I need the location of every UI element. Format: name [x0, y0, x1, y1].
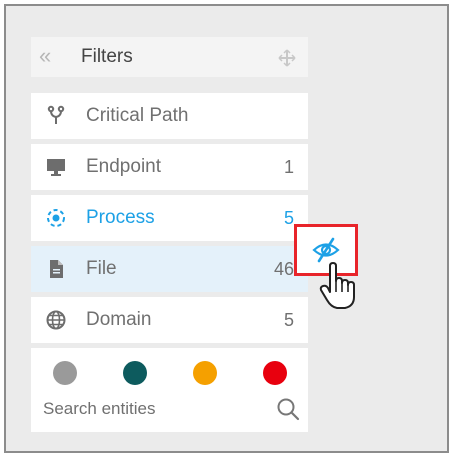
filter-label: File [86, 258, 117, 279]
filters-header: « Filters [31, 37, 308, 77]
double-chevron-left-icon[interactable]: « [39, 45, 51, 67]
filters-title: Filters [81, 46, 133, 67]
eye-slash-icon [312, 237, 340, 263]
filter-count: 1 [283, 157, 294, 177]
filter-label: Process [86, 207, 155, 228]
color-swatch-red[interactable] [263, 361, 287, 385]
color-swatch-orange[interactable] [193, 361, 217, 385]
filter-count: 5 [283, 208, 294, 228]
filter-row-file[interactable]: File 46 [31, 246, 308, 292]
filter-label: Endpoint [86, 156, 162, 177]
search-box [31, 386, 308, 432]
move-icon[interactable] [278, 49, 296, 67]
filter-row-endpoint[interactable]: Endpoint 1 [31, 144, 308, 190]
search-input[interactable] [31, 386, 275, 432]
filter-count: 46 [273, 259, 294, 279]
filter-label: Domain [86, 309, 152, 330]
monitor-icon [47, 159, 65, 176]
process-icon [47, 209, 65, 227]
filter-row-process[interactable]: Process 5 [31, 195, 308, 241]
color-swatch-teal[interactable] [123, 361, 147, 385]
search-icon[interactable] [276, 397, 300, 421]
hand-cursor-icon [319, 262, 355, 309]
filter-count: 5 [283, 310, 294, 330]
filter-row-domain[interactable]: Domain 5 [31, 297, 308, 343]
filter-row-critical-path[interactable]: Critical Path [31, 93, 308, 139]
file-icon [50, 260, 63, 278]
filter-label: Critical Path [86, 105, 189, 126]
fork-icon [47, 105, 65, 124]
color-swatch-gray[interactable] [53, 361, 77, 385]
globe-icon [46, 310, 66, 330]
